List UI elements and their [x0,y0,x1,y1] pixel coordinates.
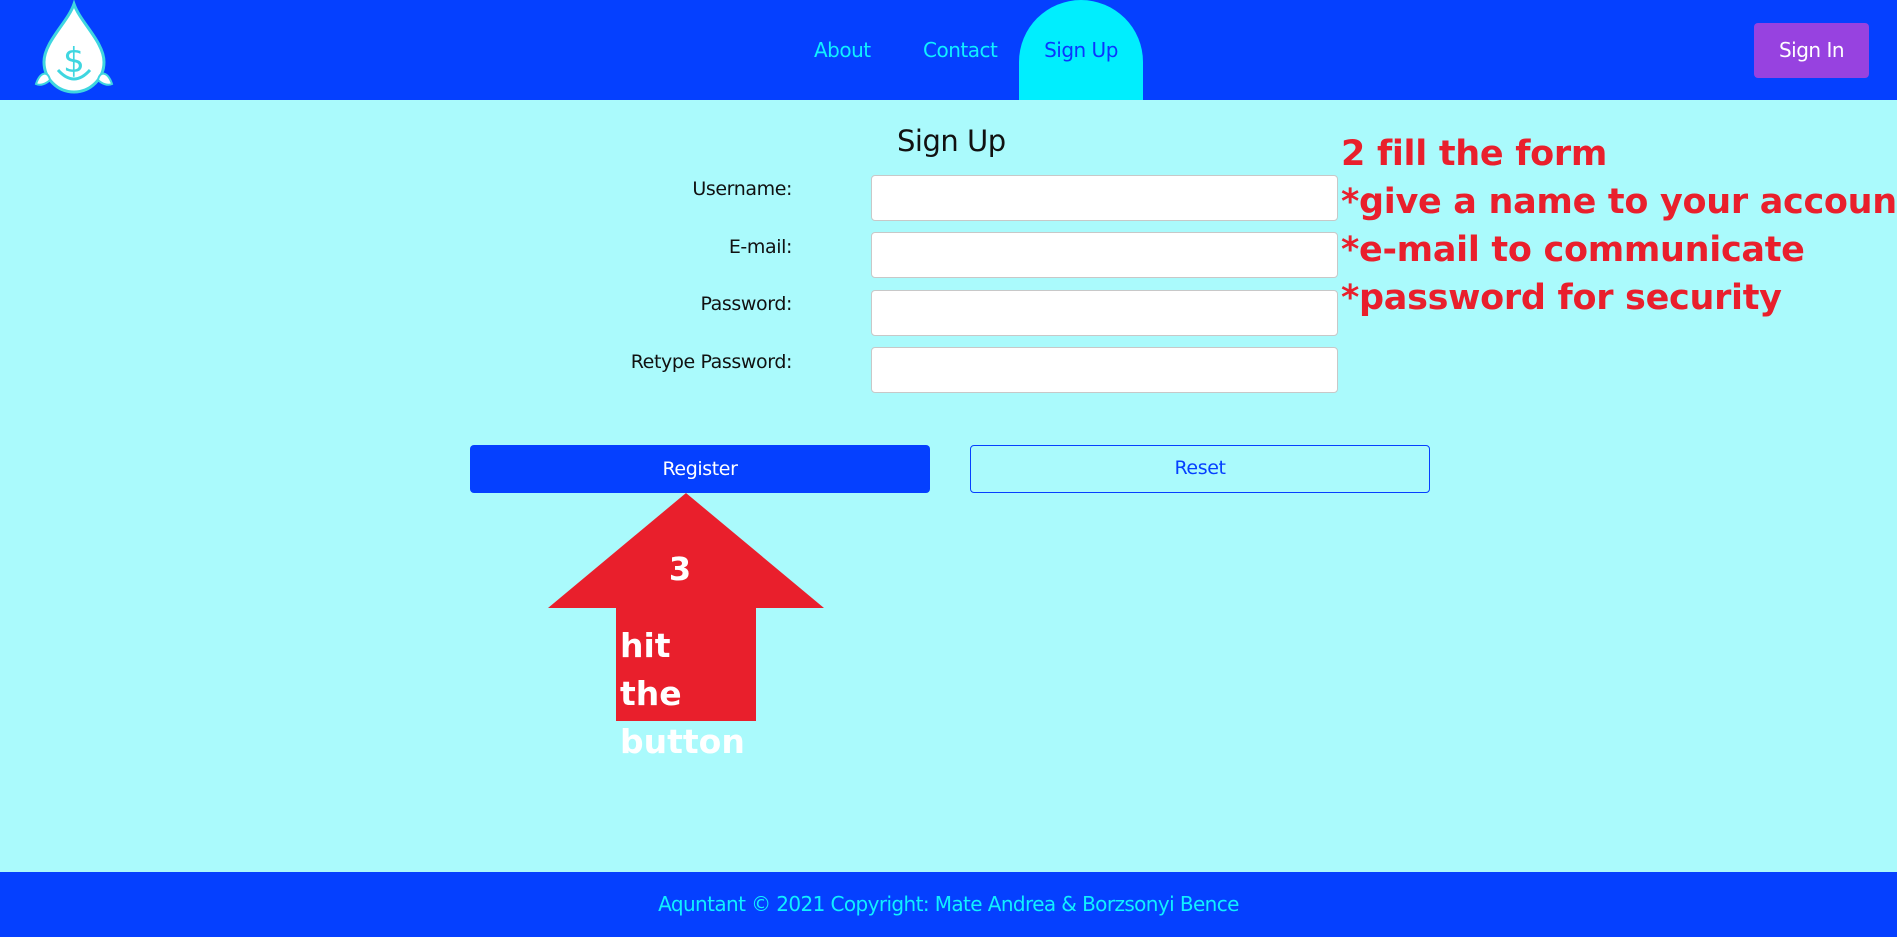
password-label: Password: [700,293,792,315]
retype-password-label: Retype Password: [630,351,793,373]
username-label: Username: [692,178,792,200]
password-input[interactable] [871,290,1338,336]
annotation-name-hint: *give a name to your account [1341,182,1897,222]
email-input[interactable] [871,232,1338,278]
svg-text:$: $ [63,41,85,81]
arrow-step-number: 3 [668,550,692,588]
nav-about-link[interactable]: About [814,0,871,100]
annotation-fill-form: 2 fill the form [1341,134,1608,174]
reset-button[interactable]: Reset [970,445,1430,493]
footer-copyright: Aquntant © 2021 Copyright: Mate Andrea &… [658,892,1239,916]
nav-contact-link[interactable]: Contact [923,0,998,100]
water-drop-dollar-icon[interactable]: $ [28,0,120,98]
email-label: E-mail: [728,236,793,258]
page-title: Sign Up [897,124,1006,158]
top-navbar: $ About Contact Sign Up Sign In [0,0,1897,100]
footer: Aquntant © 2021 Copyright: Mate Andrea &… [0,872,1897,937]
sign-in-button[interactable]: Sign In [1754,23,1869,78]
username-input[interactable] [871,175,1338,221]
register-button[interactable]: Register [470,445,930,493]
arrow-instruction: hit the button [620,626,745,761]
retype-password-input[interactable] [871,347,1338,393]
annotation-email-hint: *e-mail to communicate [1341,230,1805,270]
annotation-password-hint: *password for security [1341,278,1782,318]
nav-signup-tab[interactable]: Sign Up [1019,0,1143,100]
